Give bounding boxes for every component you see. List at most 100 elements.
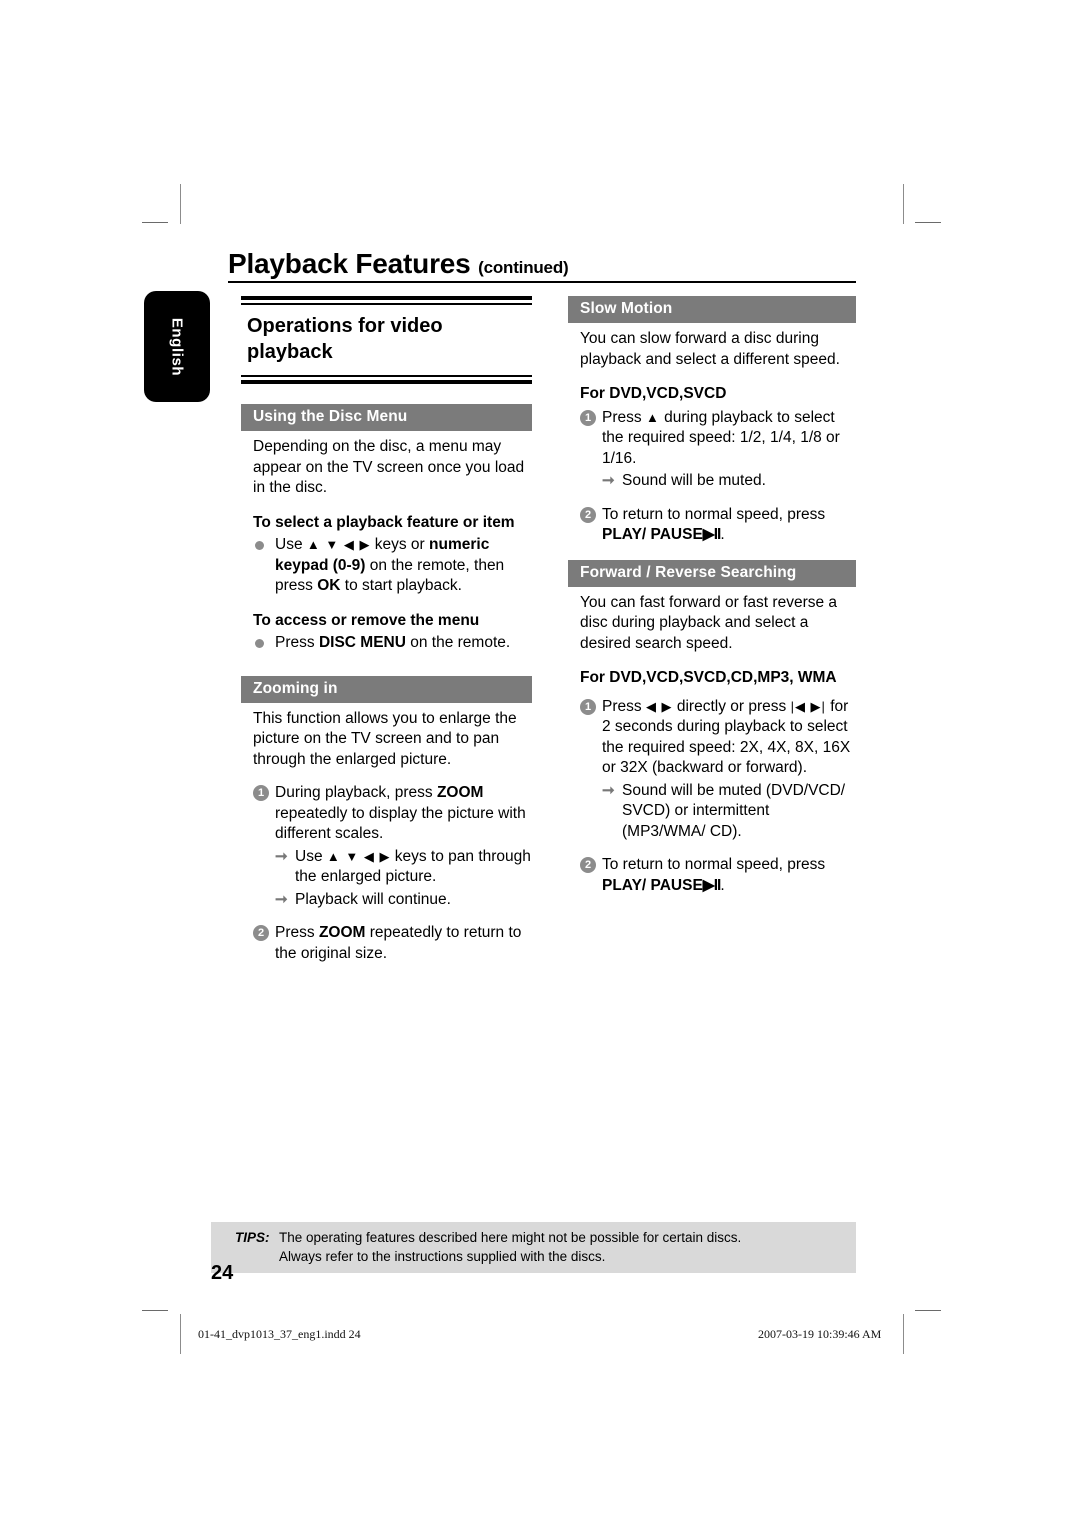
list-item: 1 Press ▲ during playback to select the …: [580, 408, 856, 470]
slow-motion-intro: You can slow forward a disc during playb…: [580, 330, 840, 368]
zooming-step-1-pre: During playback, press: [275, 784, 437, 801]
list-item: 2 To return to normal speed, press PLAY/…: [580, 855, 856, 896]
crop-mark-bottom-right-horizontal: [915, 1310, 941, 1311]
step-number-icon: 1: [580, 409, 596, 426]
section-heading-rule-top: [241, 296, 532, 305]
bar-forward-reverse-searching-label: Forward / Reverse Searching: [580, 563, 797, 581]
right-column: Slow Motion You can slow forward a disc …: [568, 296, 856, 896]
step-number-1: 1: [580, 409, 596, 426]
zooming-step-1-end: repeatedly to display the picture with d…: [275, 804, 526, 843]
slow-motion-step-2-end: .: [720, 526, 725, 543]
slow-motion-step-2-bold: PLAY/ PAUSE: [602, 526, 703, 543]
bar-zooming-in: Zooming in: [241, 675, 532, 703]
arrow-up-key-icon: ▲: [645, 409, 660, 425]
arrow-right-icon: ➞: [275, 890, 288, 908]
searching-arrow-1: Sound will be muted (DVD/VCD/ SVCD) or i…: [622, 781, 846, 840]
left-right-keys-icon: ◀ ▶: [645, 698, 673, 714]
page-title-underline: [228, 281, 856, 283]
slug-timestamp: 2007-03-19 10:39:46 AM: [758, 1327, 882, 1341]
disc-menu-bullet-1-mid: keys or: [370, 536, 430, 553]
left-column: Operations for video playback Using the …: [241, 296, 532, 964]
arrow-note: ➞ Sound will be muted.: [602, 471, 856, 492]
searching-subhead: For DVD,VCD,SVCD,CD,MP3, WMA: [580, 669, 837, 686]
disc-menu-subhead-select: To select a playback feature or item: [253, 513, 515, 531]
disc-menu-bullet-2-end: on the remote.: [405, 634, 511, 651]
tips-row: TIPS: The operating features described h…: [211, 1228, 856, 1247]
page-number: 24: [211, 1262, 234, 1284]
step-number-icon: 1: [580, 698, 596, 715]
searching-step-1-mid: directly or press: [672, 697, 791, 715]
list-item: Press DISC MENU on the remote.: [253, 633, 532, 654]
slow-motion-step-1-pre: Press: [602, 408, 646, 426]
slow-motion-arrow-1: Sound will be muted.: [622, 472, 766, 489]
crop-mark-top-right: [903, 184, 904, 224]
searching-step-2-end: .: [720, 876, 725, 894]
slug-rule-right: [903, 1314, 904, 1354]
arrow-note: ➞ Use ▲ ▼ ◀ ▶ keys to pan through the en…: [275, 847, 532, 888]
list-item: 1 Press ◀ ▶ directly or press |◀ ▶| for …: [580, 697, 856, 779]
tips-row: Always refer to the instructions supplie…: [211, 1247, 856, 1266]
zooming-arrow-2: Playback will continue.: [295, 890, 451, 908]
page-title-main: Playback Features: [228, 248, 471, 279]
arrow-right-icon: ➞: [275, 847, 288, 865]
zooming-step-2-pre: Press: [275, 924, 319, 941]
bullet-dot-icon: [253, 635, 269, 651]
disc-menu-subhead-access: To access or remove the menu: [253, 611, 480, 629]
disc-menu-bullet-1-pre: Use: [275, 536, 307, 553]
step-number-2: 2: [580, 506, 596, 523]
list-item: 1 During playback, press ZOOM repeatedly…: [253, 783, 532, 845]
crop-mark-top-left-horizontal: [142, 222, 168, 223]
slug-filename: 01-41_dvp1013_37_eng1.indd 24: [198, 1327, 361, 1341]
direction-keys-icon: ▲ ▼ ◀ ▶: [306, 537, 371, 552]
list-item: Use ▲ ▼ ◀ ▶ keys or numeric keypad (0-9)…: [253, 535, 532, 597]
bar-using-the-disc-menu-label: Using the Disc Menu: [253, 408, 408, 425]
zooming-intro: This function allows you to enlarge the …: [253, 709, 517, 768]
step-number-2: 2: [253, 925, 269, 941]
bar-zooming-in-label: Zooming in: [253, 679, 338, 697]
tips-label: TIPS:: [235, 1230, 270, 1245]
list-item: 2 To return to normal speed, press PLAY/…: [580, 505, 856, 546]
searching-step-2-pre: To return to normal speed, press: [602, 856, 826, 873]
page-title: Playback Features (continued): [228, 248, 856, 280]
list-item: 2 Press ZOOM repeatedly to return to the…: [253, 923, 532, 964]
tips-box: TIPS: The operating features described h…: [211, 1222, 856, 1273]
bar-slow-motion: Slow Motion: [568, 296, 856, 323]
step-number-icon: 2: [580, 506, 596, 523]
section-heading-rule-bottom: [241, 375, 532, 384]
arrow-right-icon: ➞: [602, 472, 615, 489]
step-number-icon: 2: [253, 925, 269, 941]
play-pause-icon: ▶II: [702, 526, 722, 543]
language-tab: English: [144, 291, 210, 402]
disc-menu-bullet-2-bold: DISC MENU: [318, 634, 406, 651]
disc-menu-intro: Depending on the disc, a menu may appear…: [253, 438, 525, 496]
language-tab-label: English: [168, 317, 186, 376]
step-number-icon: 1: [253, 785, 269, 801]
play-pause-icon: ▶II: [702, 876, 722, 894]
disc-menu-bullet-1-bold-ok: OK: [317, 577, 341, 594]
searching-step-1-pre: Press: [602, 697, 646, 715]
crop-mark-top-right-horizontal: [915, 222, 941, 223]
searching-intro: You can fast forward or fast reverse a d…: [580, 593, 838, 652]
arrow-note: ➞ Sound will be muted (DVD/VCD/ SVCD) or…: [602, 781, 856, 843]
crop-mark-top-left: [180, 184, 181, 224]
section-heading: Operations for video playback: [247, 315, 443, 363]
searching-step-2-bold: PLAY/ PAUSE: [602, 876, 703, 894]
slow-motion-subhead: For DVD,VCD,SVCD: [580, 385, 727, 402]
step-number-1: 1: [580, 698, 596, 715]
step-number-icon: 2: [580, 857, 596, 873]
tips-line-1: The operating features described here mi…: [279, 1230, 742, 1245]
slug-rule-left: [180, 1314, 181, 1354]
bar-slow-motion-label: Slow Motion: [580, 300, 673, 317]
page-title-continued: (continued): [478, 258, 569, 277]
tips-line-2: Always refer to the instructions supplie…: [279, 1249, 606, 1264]
zooming-step-1-bold: ZOOM: [436, 784, 484, 801]
zooming-arrow-1-pre: Use: [295, 847, 327, 865]
bullet-dot-icon: [253, 537, 269, 553]
arrow-note: ➞ Playback will continue.: [275, 890, 532, 911]
disc-menu-bullet-2-pre: Press: [275, 634, 319, 651]
disc-menu-bullet-1-end: to start playback.: [340, 577, 462, 594]
crop-mark-bottom-left-horizontal: [142, 1310, 168, 1311]
zooming-step-2-bold: ZOOM: [318, 924, 366, 941]
arrow-right-icon: ➞: [602, 781, 615, 799]
step-number-1: 1: [253, 785, 269, 801]
